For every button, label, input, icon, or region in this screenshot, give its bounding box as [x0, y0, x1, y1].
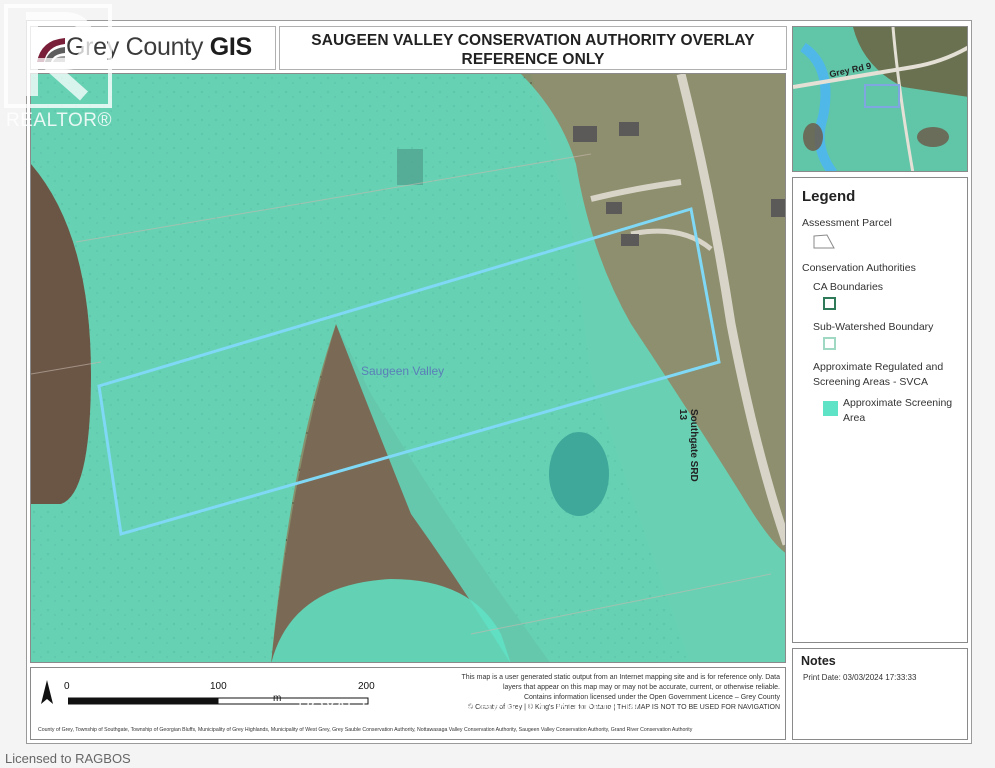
area-label: Saugeen Valley: [361, 364, 445, 378]
print-date: Print Date: 03/03/2024 17:33:33: [803, 673, 917, 682]
licensed-text: Licensed to RAGBOS: [5, 751, 131, 766]
road-label: Southgate SRD 13: [677, 409, 699, 482]
realtor-watermark-logo: [4, 4, 112, 108]
scale-tick-200: 200: [358, 681, 375, 692]
legend-approx-screening: Approximate Screening Area: [843, 397, 953, 424]
notes-panel: Notes Print Date: 03/03/2024 17:33:33: [792, 648, 968, 740]
legend-title: Legend: [802, 188, 856, 205]
north-arrow-icon: [41, 680, 53, 704]
ca-boundaries-swatch-icon: [823, 297, 836, 310]
legend-conservation-authorities: Conservation Authorities: [802, 262, 916, 274]
scale-tick-0: 0: [64, 681, 70, 692]
legend-assessment-parcel: Assessment Parcel: [802, 217, 892, 229]
scale-tick-100: 100: [210, 681, 227, 692]
title-line-2: REFERENCE ONLY: [461, 51, 605, 68]
royal-lepage-watermark: ROYAL LEPAGE RCR REALTY, Brokerage: [298, 697, 640, 716]
inset-canvas: [793, 27, 967, 171]
inset-map: Grey Rd 9: [792, 26, 968, 172]
notes-title: Notes: [801, 654, 836, 668]
realtor-watermark: REALTOR®: [6, 110, 112, 131]
legend-approx-regulated: Approximate Regulated and Screening Area…: [813, 361, 944, 388]
main-map: Saugeen Valley Southgate SRD 13: [30, 73, 786, 663]
legend-ca-boundaries: CA Boundaries: [813, 281, 884, 293]
sub-watershed-swatch-icon: [823, 337, 836, 350]
legend-panel: Legend Assessment Parcel Conservation Au…: [792, 177, 968, 643]
legend-sub-watershed: Sub-Watershed Boundary: [813, 321, 934, 333]
parcel-swatch-icon: [813, 234, 835, 249]
credits-text: County of Grey, Township of Southgate, T…: [38, 727, 693, 733]
screening-area-swatch-icon: [823, 401, 838, 416]
scale-unit: m: [273, 693, 282, 704]
map-title: SAUGEEN VALLEY CONSERVATION AUTHORITY OV…: [279, 26, 787, 70]
title-line-1: SAUGEEN VALLEY CONSERVATION AUTHORITY OV…: [311, 32, 755, 49]
